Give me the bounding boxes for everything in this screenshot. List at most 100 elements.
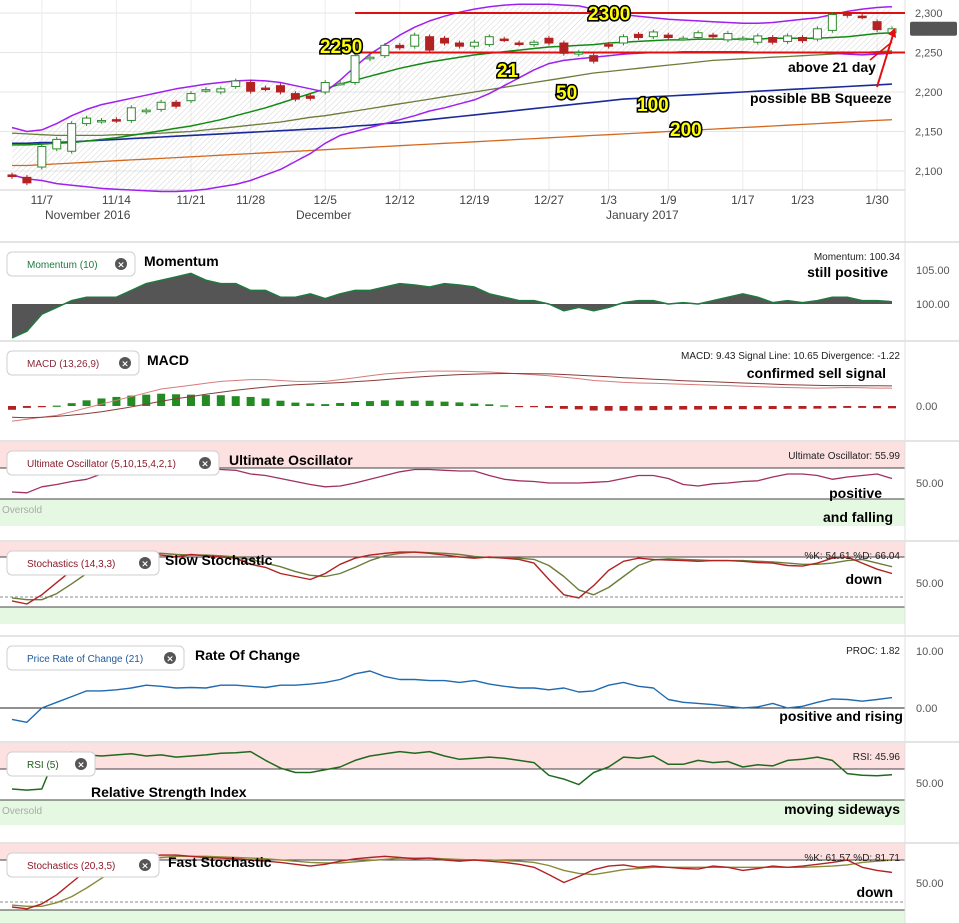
slowstoch-badge-label: Stochastics (14,3,3) — [27, 559, 115, 570]
macd-divergence-bar — [888, 406, 896, 409]
macd-note: confirmed sell signal — [747, 365, 886, 381]
faststoch-badge-label: Stochastics (20,3,5) — [27, 861, 115, 872]
macd-readout: MACD: 9.43 Signal Line: 10.65 Divergence… — [681, 351, 900, 362]
macd-divergence-bar — [798, 406, 807, 409]
roc-ytick-label: 0.00 — [916, 703, 937, 715]
candle-body — [67, 123, 77, 152]
macd-divergence-bar — [544, 406, 553, 408]
candle-body — [589, 55, 599, 62]
annotation-above-21-day: above 21 day — [788, 59, 876, 75]
candle-body — [604, 44, 614, 47]
rsi-ytick-label: 50.00 — [916, 778, 944, 790]
momentum-ytick-label: 105.00 — [916, 265, 950, 277]
macd-divergence-bar — [709, 406, 718, 410]
ultimate-oversold-band — [0, 499, 905, 526]
close-icon-glyph: × — [166, 655, 174, 665]
macd-divergence-bar — [22, 406, 31, 408]
slowstoch-ytick-label: 50.00 — [916, 578, 944, 590]
date-label: 11/14 — [102, 193, 131, 207]
slowstoch-note: down — [845, 571, 882, 587]
faststoch-oversold-band — [0, 910, 905, 923]
roc-readout: PROC: 1.82 — [846, 646, 900, 657]
macd-divergence-bar — [216, 395, 225, 406]
macd-divergence-bar — [679, 406, 688, 410]
date-label: 1/23 — [791, 193, 815, 207]
macd-divergence-bar — [574, 406, 583, 410]
macd-divergence-bar — [783, 406, 792, 409]
faststoch-note: down — [856, 884, 893, 900]
macd-divergence-bar — [172, 394, 181, 406]
candle-body — [574, 52, 584, 55]
candle-body — [768, 36, 778, 43]
candle-body — [350, 55, 360, 84]
candle-body — [395, 44, 405, 49]
candle-body — [171, 101, 181, 107]
macd-divergence-bar — [634, 406, 643, 411]
macd-divergence-bar — [723, 406, 732, 410]
candle-body — [678, 37, 688, 41]
annotation-2250: 2250 — [320, 37, 362, 58]
macd-divergence-bar — [201, 395, 210, 406]
date-label: 11/7 — [31, 193, 54, 207]
candle-body — [22, 176, 32, 184]
date-label: 1/9 — [660, 193, 677, 207]
macd-divergence-bar — [395, 400, 404, 406]
candle-body — [857, 15, 867, 19]
month-label: November 2016 — [45, 208, 131, 222]
annotation-200: 200 — [670, 120, 702, 141]
ultimate-badge-label: Ultimate Oscillator (5,10,15,4,2,1) — [27, 459, 176, 470]
faststoch-ytick-label: 50.00 — [916, 878, 944, 890]
candle-body — [7, 174, 17, 178]
candle-body — [82, 117, 92, 125]
rsi-oversold-label: Oversold — [2, 806, 42, 817]
candle-body — [52, 138, 62, 150]
macd-divergence-bar — [753, 406, 762, 410]
rsi-note: moving sideways — [784, 801, 900, 817]
macd-divergence-bar — [291, 402, 300, 406]
slowstoch-title: Slow Stochastic — [165, 552, 273, 568]
price-ytick-label: 2,150 — [915, 127, 943, 139]
macd-divergence-bar — [380, 400, 389, 406]
price-badge-label: 2,280 — [914, 24, 942, 36]
rsi-badge-label: RSI (5) — [27, 760, 59, 771]
close-icon-glyph: × — [121, 360, 129, 370]
momentum-readout: Momentum: 100.34 — [814, 252, 901, 263]
price-ytick-label: 2,250 — [915, 48, 943, 60]
candle-body — [37, 146, 47, 168]
candle-body — [126, 107, 136, 121]
macd-divergence-bar — [440, 401, 449, 406]
date-label: 1/17 — [731, 193, 755, 207]
candle-body — [529, 41, 539, 46]
faststoch-title: Fast Stochastic — [168, 854, 272, 870]
macd-divergence-bar — [604, 406, 613, 411]
roc-badge-label: Price Rate of Change (21) — [27, 654, 143, 665]
macd-divergence-bar — [410, 400, 419, 406]
roc-note: positive and rising — [779, 708, 903, 724]
candle-body — [619, 36, 629, 44]
candle-body — [872, 21, 882, 31]
date-label: 12/5 — [314, 193, 338, 207]
candle-body — [96, 119, 106, 123]
candle-body — [559, 42, 569, 54]
candle-body — [499, 38, 509, 42]
macd-divergence-bar — [694, 406, 703, 410]
ultimate-note-2: and falling — [823, 509, 893, 525]
macd-divergence-bar — [351, 402, 360, 406]
candle-body — [186, 93, 196, 102]
candle-body — [290, 93, 300, 100]
candle-body — [261, 87, 271, 91]
close-icon-glyph: × — [201, 460, 209, 470]
month-label: January 2017 — [606, 208, 679, 222]
macd-divergence-bar — [470, 403, 479, 406]
candle-body — [320, 82, 330, 93]
price-ytick-label: 2,200 — [915, 87, 943, 99]
momentum-title: Momentum — [144, 253, 219, 269]
date-label: 12/19 — [459, 193, 489, 207]
candle-body — [216, 88, 226, 93]
candle-body — [305, 95, 315, 99]
candle-body — [111, 119, 121, 122]
close-icon-glyph: × — [77, 761, 85, 771]
macd-divergence-bar — [649, 406, 658, 411]
annotation-50: 50 — [556, 83, 577, 104]
date-label: 11/28 — [236, 193, 265, 207]
